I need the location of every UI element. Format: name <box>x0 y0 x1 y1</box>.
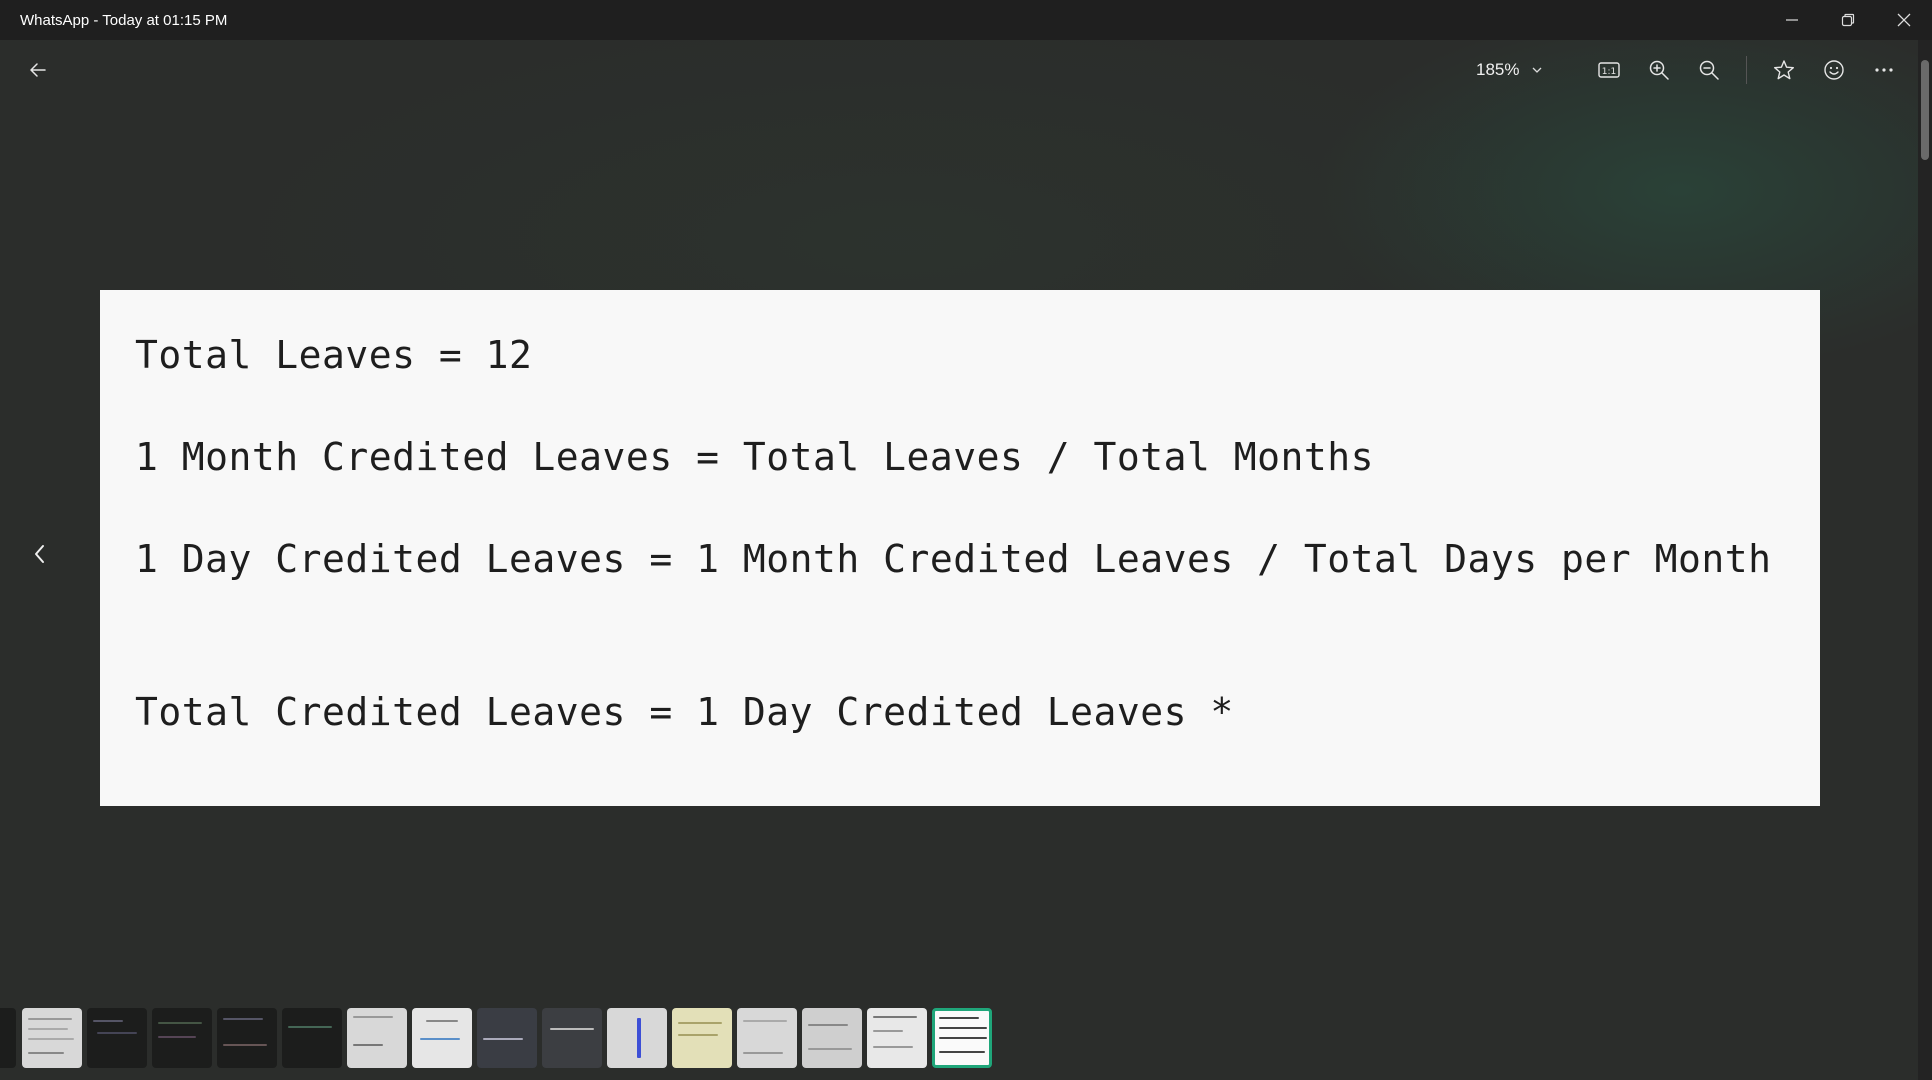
filmstrip-thumbnail[interactable] <box>867 1008 927 1068</box>
window-title: WhatsApp - Today at 01:15 PM <box>20 11 228 29</box>
zoom-in-icon <box>1649 60 1669 80</box>
back-button[interactable] <box>20 52 56 88</box>
window-controls <box>1764 0 1932 40</box>
zoom-in-button[interactable] <box>1641 52 1677 88</box>
filmstrip-thumbnail[interactable] <box>0 1008 16 1068</box>
filmstrip-thumbnail[interactable] <box>217 1008 277 1068</box>
filmstrip-thumbnail[interactable] <box>802 1008 862 1068</box>
filmstrip-thumbnail[interactable] <box>22 1008 82 1068</box>
image-text-line: 1 Month Credited Leaves = Total Leaves /… <box>135 435 1375 479</box>
filmstrip-thumbnail[interactable] <box>672 1008 732 1068</box>
chevron-left-icon <box>35 545 44 563</box>
favorite-button[interactable] <box>1766 52 1802 88</box>
previous-image-button[interactable] <box>22 536 58 572</box>
actual-size-icon: 1:1 <box>1598 62 1620 78</box>
title-bar: WhatsApp - Today at 01:15 PM <box>0 0 1932 40</box>
more-icon <box>1875 68 1893 72</box>
image-text-line: Total Leaves = 12 <box>135 333 533 377</box>
filmstrip-thumbnail[interactable] <box>347 1008 407 1068</box>
restore-icon <box>1841 13 1855 27</box>
chevron-down-icon <box>1531 64 1543 76</box>
close-button[interactable] <box>1876 0 1932 40</box>
displayed-image: Total Leaves = 12 1 Month Credited Leave… <box>100 290 1820 806</box>
zoom-level: 185% <box>1476 60 1520 79</box>
filmstrip <box>0 1000 1932 1068</box>
filmstrip-thumbnail-active[interactable] <box>932 1008 992 1068</box>
filmstrip-thumbnail[interactable] <box>607 1008 667 1068</box>
back-arrow-icon <box>30 63 46 77</box>
more-options-button[interactable] <box>1866 52 1902 88</box>
image-text-line: Total Credited Leaves = 1 Day Credited L… <box>135 690 1234 734</box>
filmstrip-thumbnail[interactable] <box>737 1008 797 1068</box>
filmstrip-thumbnail[interactable] <box>282 1008 342 1068</box>
restore-button[interactable] <box>1820 0 1876 40</box>
smiley-icon <box>1824 60 1844 80</box>
toolbar-divider <box>1746 56 1747 84</box>
image-text-line: 1 Day Credited Leaves = 1 Month Credited… <box>135 537 1772 581</box>
star-icon <box>1774 60 1794 80</box>
actual-size-button[interactable]: 1:1 <box>1591 52 1627 88</box>
vertical-scrollbar[interactable] <box>1918 40 1932 1080</box>
close-icon <box>1897 13 1911 27</box>
filmstrip-thumbnail[interactable] <box>152 1008 212 1068</box>
zoom-dropdown[interactable]: 185% <box>1476 52 1543 88</box>
viewer-toolbar: 185% 1:1 <box>0 40 1932 100</box>
filmstrip-thumbnail[interactable] <box>542 1008 602 1068</box>
filmstrip-thumbnail[interactable] <box>477 1008 537 1068</box>
svg-text:1:1: 1:1 <box>1602 67 1616 77</box>
filmstrip-thumbnail[interactable] <box>87 1008 147 1068</box>
zoom-out-icon <box>1699 60 1719 80</box>
zoom-out-button[interactable] <box>1691 52 1727 88</box>
minimize-icon <box>1786 19 1798 21</box>
scrollbar-thumb[interactable] <box>1921 60 1929 160</box>
react-button[interactable] <box>1816 52 1852 88</box>
minimize-button[interactable] <box>1764 0 1820 40</box>
filmstrip-thumbnail[interactable] <box>412 1008 472 1068</box>
